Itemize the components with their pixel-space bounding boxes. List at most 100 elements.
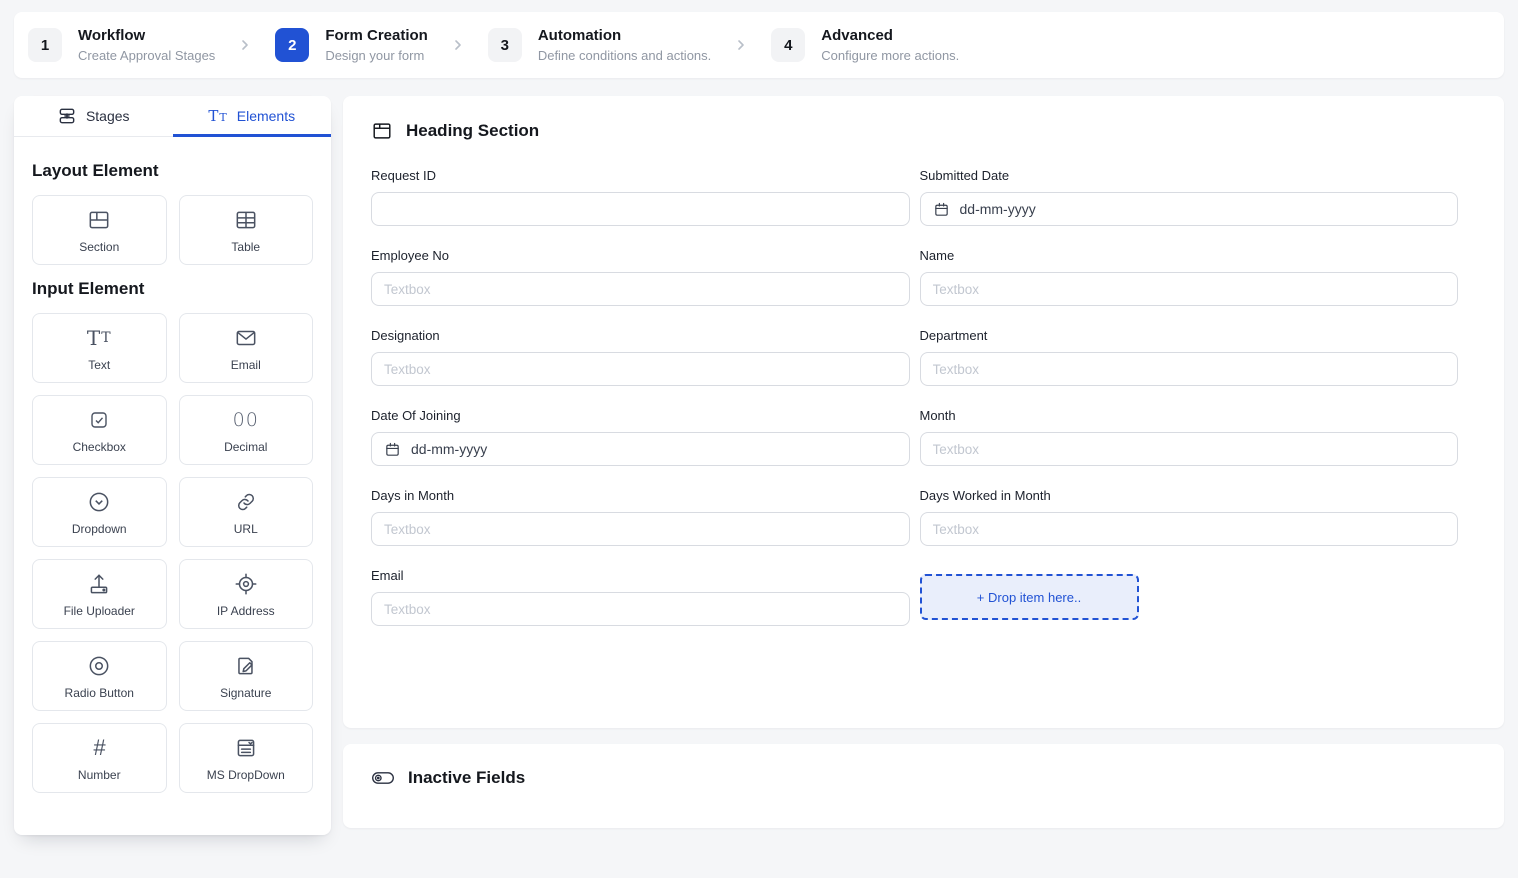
text-icon: TT: [208, 107, 227, 125]
elements-sidebar: Stages TT Elements Layout Element Sectio…: [14, 96, 331, 835]
days-in-month-input[interactable]: [371, 512, 910, 546]
chevron-right-icon: [450, 37, 466, 53]
drop-zone-cell: + Drop item here..: [920, 568, 1459, 626]
element-card-ip-address[interactable]: IP Address: [179, 559, 314, 629]
link-icon: [234, 488, 258, 516]
sidebar-tabbar: Stages TT Elements: [14, 96, 331, 137]
element-card-file-uploader[interactable]: File Uploader: [32, 559, 167, 629]
date-placeholder: dd-mm-yyyy: [960, 201, 1036, 217]
department-input[interactable]: [920, 352, 1459, 386]
element-label: Dropdown: [72, 522, 127, 536]
element-card-checkbox[interactable]: Checkbox: [32, 395, 167, 465]
element-label: Text: [88, 358, 110, 372]
month-input[interactable]: [920, 432, 1459, 466]
field-label: Designation: [371, 328, 910, 343]
element-card-decimal[interactable]: 00 Decimal: [179, 395, 314, 465]
element-label: Table: [231, 240, 260, 254]
submitted-date-input[interactable]: dd-mm-yyyy: [920, 192, 1459, 226]
text-icon: TT: [87, 324, 112, 352]
field-label: Email: [371, 568, 910, 583]
field-label: Submitted Date: [920, 168, 1459, 183]
element-label: File Uploader: [64, 604, 135, 618]
crosshair-icon: [233, 570, 259, 598]
dropdown-icon: [86, 488, 112, 516]
decimal-icon: 00: [233, 406, 259, 434]
days-worked-in-month-input[interactable]: [920, 512, 1459, 546]
field-employee-no: Employee No: [371, 248, 910, 306]
element-label: Section: [79, 240, 119, 254]
step-title: Form Creation: [325, 27, 428, 46]
input-element-heading: Input Element: [32, 279, 313, 299]
drop-zone[interactable]: + Drop item here..: [920, 574, 1139, 620]
step-subtitle: Configure more actions.: [821, 48, 959, 63]
element-card-number[interactable]: # Number: [32, 723, 167, 793]
element-card-url[interactable]: URL: [179, 477, 314, 547]
calendar-icon: [384, 441, 401, 458]
tab-stages[interactable]: Stages: [14, 96, 173, 136]
chevron-right-icon: [237, 37, 253, 53]
field-request-id: Request ID: [371, 168, 910, 226]
step-number-badge: 1: [28, 28, 62, 62]
element-label: Number: [78, 768, 121, 782]
step-automation[interactable]: 3 Automation Define conditions and actio…: [488, 27, 711, 63]
field-submitted-date: Submitted Date dd-mm-yyyy: [920, 168, 1459, 226]
field-designation: Designation: [371, 328, 910, 386]
layout-element-grid: Section Table: [32, 195, 313, 265]
element-card-email[interactable]: Email: [179, 313, 314, 383]
element-label: Decimal: [224, 440, 267, 454]
tab-label: Stages: [86, 108, 130, 124]
layout-element-heading: Layout Element: [32, 161, 313, 181]
employee-no-input[interactable]: [371, 272, 910, 306]
step-title: Workflow: [78, 27, 215, 46]
section-layout-icon: [371, 120, 393, 142]
step-title: Advanced: [821, 27, 959, 46]
field-email: Email: [371, 568, 910, 626]
step-workflow[interactable]: 1 Workflow Create Approval Stages: [28, 27, 215, 63]
email-icon: [233, 324, 259, 352]
request-id-input[interactable]: [371, 192, 910, 226]
element-card-text[interactable]: TT Text: [32, 313, 167, 383]
element-card-dropdown[interactable]: Dropdown: [32, 477, 167, 547]
drop-zone-label: + Drop item here..: [977, 590, 1081, 605]
field-label: Employee No: [371, 248, 910, 263]
date-of-joining-input[interactable]: dd-mm-yyyy: [371, 432, 910, 466]
element-card-radio-button[interactable]: Radio Button: [32, 641, 167, 711]
step-subtitle: Design your form: [325, 48, 428, 63]
chevron-right-icon: [733, 37, 749, 53]
step-advanced[interactable]: 4 Advanced Configure more actions.: [771, 27, 959, 63]
inactive-fields-title: Inactive Fields: [408, 768, 525, 788]
element-card-ms-dropdown[interactable]: MS DropDown: [179, 723, 314, 793]
field-name: Name: [920, 248, 1459, 306]
field-label: Days Worked in Month: [920, 488, 1459, 503]
step-number-badge: 3: [488, 28, 522, 62]
element-card-signature[interactable]: Signature: [179, 641, 314, 711]
field-days-in-month: Days in Month: [371, 488, 910, 546]
field-label: Department: [920, 328, 1459, 343]
checkbox-icon: [87, 406, 111, 434]
element-label: IP Address: [217, 604, 275, 618]
section-icon: [86, 206, 112, 234]
calendar-icon: [933, 201, 950, 218]
field-month: Month: [920, 408, 1459, 466]
tab-elements[interactable]: TT Elements: [173, 96, 332, 136]
field-label: Name: [920, 248, 1459, 263]
email-input[interactable]: [371, 592, 910, 626]
element-card-table[interactable]: Table: [179, 195, 314, 265]
form-grid: Request ID Submitted Date dd-mm-yyyy Emp…: [343, 142, 1504, 626]
element-card-section[interactable]: Section: [32, 195, 167, 265]
step-form-creation[interactable]: 2 Form Creation Design your form: [275, 27, 428, 63]
section-title: Heading Section: [406, 121, 539, 141]
step-number-badge: 4: [771, 28, 805, 62]
input-element-grid: TT Text Email Checkbox 00: [32, 313, 313, 793]
step-subtitle: Define conditions and actions.: [538, 48, 711, 63]
designation-input[interactable]: [371, 352, 910, 386]
step-title: Automation: [538, 27, 711, 46]
inactive-fields-panel[interactable]: Inactive Fields: [343, 744, 1504, 828]
name-input[interactable]: [920, 272, 1459, 306]
element-label: MS DropDown: [207, 768, 285, 782]
field-date-of-joining: Date Of Joining dd-mm-yyyy: [371, 408, 910, 466]
field-label: Request ID: [371, 168, 910, 183]
upload-icon: [86, 570, 112, 598]
step-subtitle: Create Approval Stages: [78, 48, 215, 63]
heading-section-panel: Heading Section Request ID Submitted Dat…: [343, 96, 1504, 728]
